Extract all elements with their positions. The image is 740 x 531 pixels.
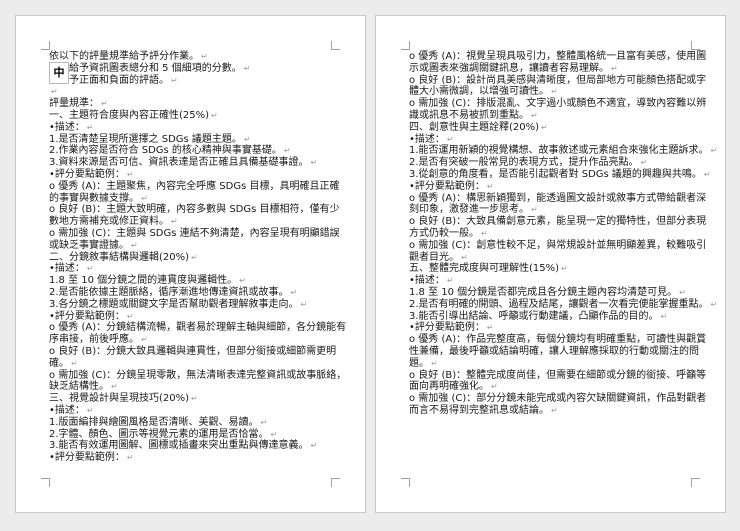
text-line: •描述： <box>49 405 345 417</box>
margin-corner-mark <box>401 41 410 50</box>
text-line: •評分要點範例： <box>409 181 705 193</box>
text-line: o 需加強 (C)：分鏡呈現零散，無法清晰表達完整資訊或故事脈絡， <box>49 369 347 381</box>
text-line: 予正面和負面的評語。 <box>49 75 345 87</box>
text-line: o 優秀 (A)：作品完整度高，每個分鏡均有明確重點，可讀性與觀賞 <box>409 334 707 346</box>
text-line <box>49 86 345 98</box>
text-line: o 良好 (B)：主題大致明確，內容多數與 SDGs 目標相符，僅有少 <box>49 204 340 216</box>
margin-corner-mark <box>41 41 50 50</box>
text-line: 的事實與數據支撐。 <box>49 193 345 205</box>
margin-corner-mark <box>691 478 700 487</box>
text-line: o 良好 (B)：大致具備創意元素，能呈現一定的獨特性，但部分表現 <box>409 216 707 228</box>
text-line: 序串接，前後呼應。 <box>49 334 345 346</box>
page-2-text-body[interactable]: o 優秀 (A)：視覺呈現具吸引力，整體風格統一且富有美感，使用圖 示或圖表來強調… <box>409 51 709 417</box>
text-line: •描述： <box>49 263 345 275</box>
text-line: 刻印象，激發進一步思考。 <box>409 204 705 216</box>
text-line: 3.各分鏡之標題或關鍵文字是否幫助觀者理解敘事走向。 <box>49 299 345 311</box>
margin-corner-mark <box>331 478 340 487</box>
text-line: o 優秀 (A)：視覺呈現具吸引力，整體風格統一且富有美感，使用圖 <box>409 51 707 62</box>
text-line: •描述： <box>409 134 705 146</box>
margin-corner-mark <box>331 41 340 50</box>
text-line: •評分要點範例： <box>49 169 345 181</box>
text-line: o 優秀 (A)：構思新穎獨到，能透過圖文設計或敘事方式帶給觀者深 <box>409 192 707 204</box>
page-1-text-body[interactable]: 依以下的評量規準給予評分作業。 給予資訊圖表總分和 5 個細項的分數。 予正面和… <box>49 51 347 464</box>
text-line: 題。 <box>409 358 705 370</box>
text-line: •描述： <box>49 122 345 134</box>
text-line: 一、主題符合度與內容正確性(25%) <box>49 110 345 122</box>
text-line: 1.8 至 10 個分鏡之間的連貫度與邏輯性。 <box>49 275 345 287</box>
text-line: •描述： <box>409 275 705 287</box>
text-line: o 優秀 (A)：分鏡結構流暢，觀者易於理解主軸與細節，各分鏡能有 <box>49 322 347 334</box>
text-line: •評分要點範例： <box>409 322 705 334</box>
text-line: 給予資訊圖表總分和 5 個細項的分數。 <box>49 63 345 75</box>
text-line: 依以下的評量規準給予評分作業。 <box>49 51 345 63</box>
text-line: 方式仍較一般。 <box>409 228 705 240</box>
text-line: 性兼備，最後呼籲或結論明確，讓人理解應採取的行動或關注的問 <box>409 345 699 357</box>
text-line: 2.是否能依據主題脈絡，循序漸進地傳達資訊或故事。 <box>49 287 345 299</box>
text-line: 2.作業內容是否符合 SDGs 的核心精神與事實基礎。 <box>49 145 345 157</box>
text-line: 示或圖表來強調關鍵訊息，讓讀者容易理解。 <box>409 63 705 75</box>
text-line: 2.是否有突破一般常見的表現方式，提升作品亮點。 <box>409 157 705 169</box>
text-line: o 良好 (B)：整體完成度尚佳，但需要在細節或分鏡的銜接、呼籲等 <box>409 369 707 381</box>
text-line: 三、視覺設計與呈現技巧(20%) <box>49 393 345 405</box>
text-line: 二、分鏡敘事結構與邏輯(20%) <box>49 252 345 264</box>
document-page-2[interactable]: o 優秀 (A)：視覺呈現具吸引力，整體風格統一且富有美感，使用圖 示或圖表來強調… <box>375 15 726 513</box>
text-line: o 良好 (B)：分鏡大致具邏輯與連貫性，但部分銜接或細節需更明 <box>49 345 337 357</box>
text-line: 3.資料來源是否可信、資訊表達是否正確且具備基礎事證。 <box>49 157 345 169</box>
text-line: 1.能否運用新穎的視覺構想、故事敘述或元素組合來強化主題訴求。 <box>409 145 709 157</box>
margin-corner-mark <box>401 478 410 487</box>
text-line: 而言不易得到完整訊息或結論。 <box>409 405 705 417</box>
text-line: 1.8 至 10 個分鏡是否都完成且各分鏡主題內容均清楚可見。 <box>409 287 705 299</box>
text-line: 面向再明確強化。 <box>409 381 705 393</box>
text-line: 3.能否有效運用圖解、圖標或插畫來突出重點與傳達意義。 <box>49 440 345 452</box>
text-line: 數地方需補充或修正資料。 <box>49 216 345 228</box>
text-line: 缺乏結構性。 <box>49 381 345 393</box>
text-line: o 需加強 (C)：部分分鏡未能完成或內容欠缺關鍵資訊，作品對觀者 <box>409 393 707 405</box>
margin-corner-mark <box>41 478 50 487</box>
text-line: o 良好 (B)：設計尚具美感與清晰度，但局部地方可能顏色搭配或字 <box>409 74 707 86</box>
text-line: 四、創意性與主題詮釋(20%) <box>409 122 705 134</box>
text-line: 評量規準： <box>49 98 345 110</box>
text-line: •評分要點範例： <box>49 311 345 323</box>
text-line: o 優秀 (A)：主題聚焦，內容完全呼應 SDGs 目標，具明確且正確 <box>49 180 340 192</box>
text-line: 3.從創意的角度看，是否能引起觀者對 SDGs 議題的興趣與共鳴。 <box>409 169 705 181</box>
text-line: 或缺乏事實證據。 <box>49 240 345 252</box>
text-line: •評分要點範例： <box>49 452 345 464</box>
text-line: 1.版面編排與繪圖風格是否清晰、美觀、易讀。 <box>49 417 345 429</box>
text-line: o 需加強 (C)：主題與 SDGs 連結不夠清楚，內容呈現有明顯錯誤 <box>49 227 340 239</box>
margin-corner-mark <box>691 41 700 50</box>
ime-mode-indicator[interactable]: 中 <box>49 62 69 84</box>
text-line: 2.字體、顏色、圖示等視覺元素的運用是否恰當。 <box>49 429 345 441</box>
text-line: o 需加強 (C)：創意性較不足，與常規設計並無明顯差異，較難吸引 <box>409 239 707 251</box>
text-line: 2.是否有明確的開頭、過程及結尾，讓觀者一次看完便能掌握重點。 <box>409 299 709 311</box>
text-line: 五、整體完成度與可理解性(15%) <box>409 263 705 275</box>
text-line: 3.能否引導出結論、呼籲或行動建議，凸顯作品的目的。 <box>409 311 705 323</box>
text-line: o 需加強 (C)：排版混亂、文字過小或顏色不適宜，導致內容難以辨 <box>409 98 707 110</box>
text-line: 識或訊息不易被抓到重點。 <box>409 110 705 122</box>
document-page-1[interactable]: 依以下的評量規準給予評分作業。 給予資訊圖表總分和 5 個細項的分數。 予正面和… <box>15 15 366 513</box>
text-line: 確。 <box>49 358 345 370</box>
text-line: 1.是否清楚呈現所選擇之 SDGs 議題主題。 <box>49 134 345 146</box>
text-line: 觀者目光。 <box>409 252 705 264</box>
text-line: 體大小需微調，以增強可讀性。 <box>409 86 705 98</box>
